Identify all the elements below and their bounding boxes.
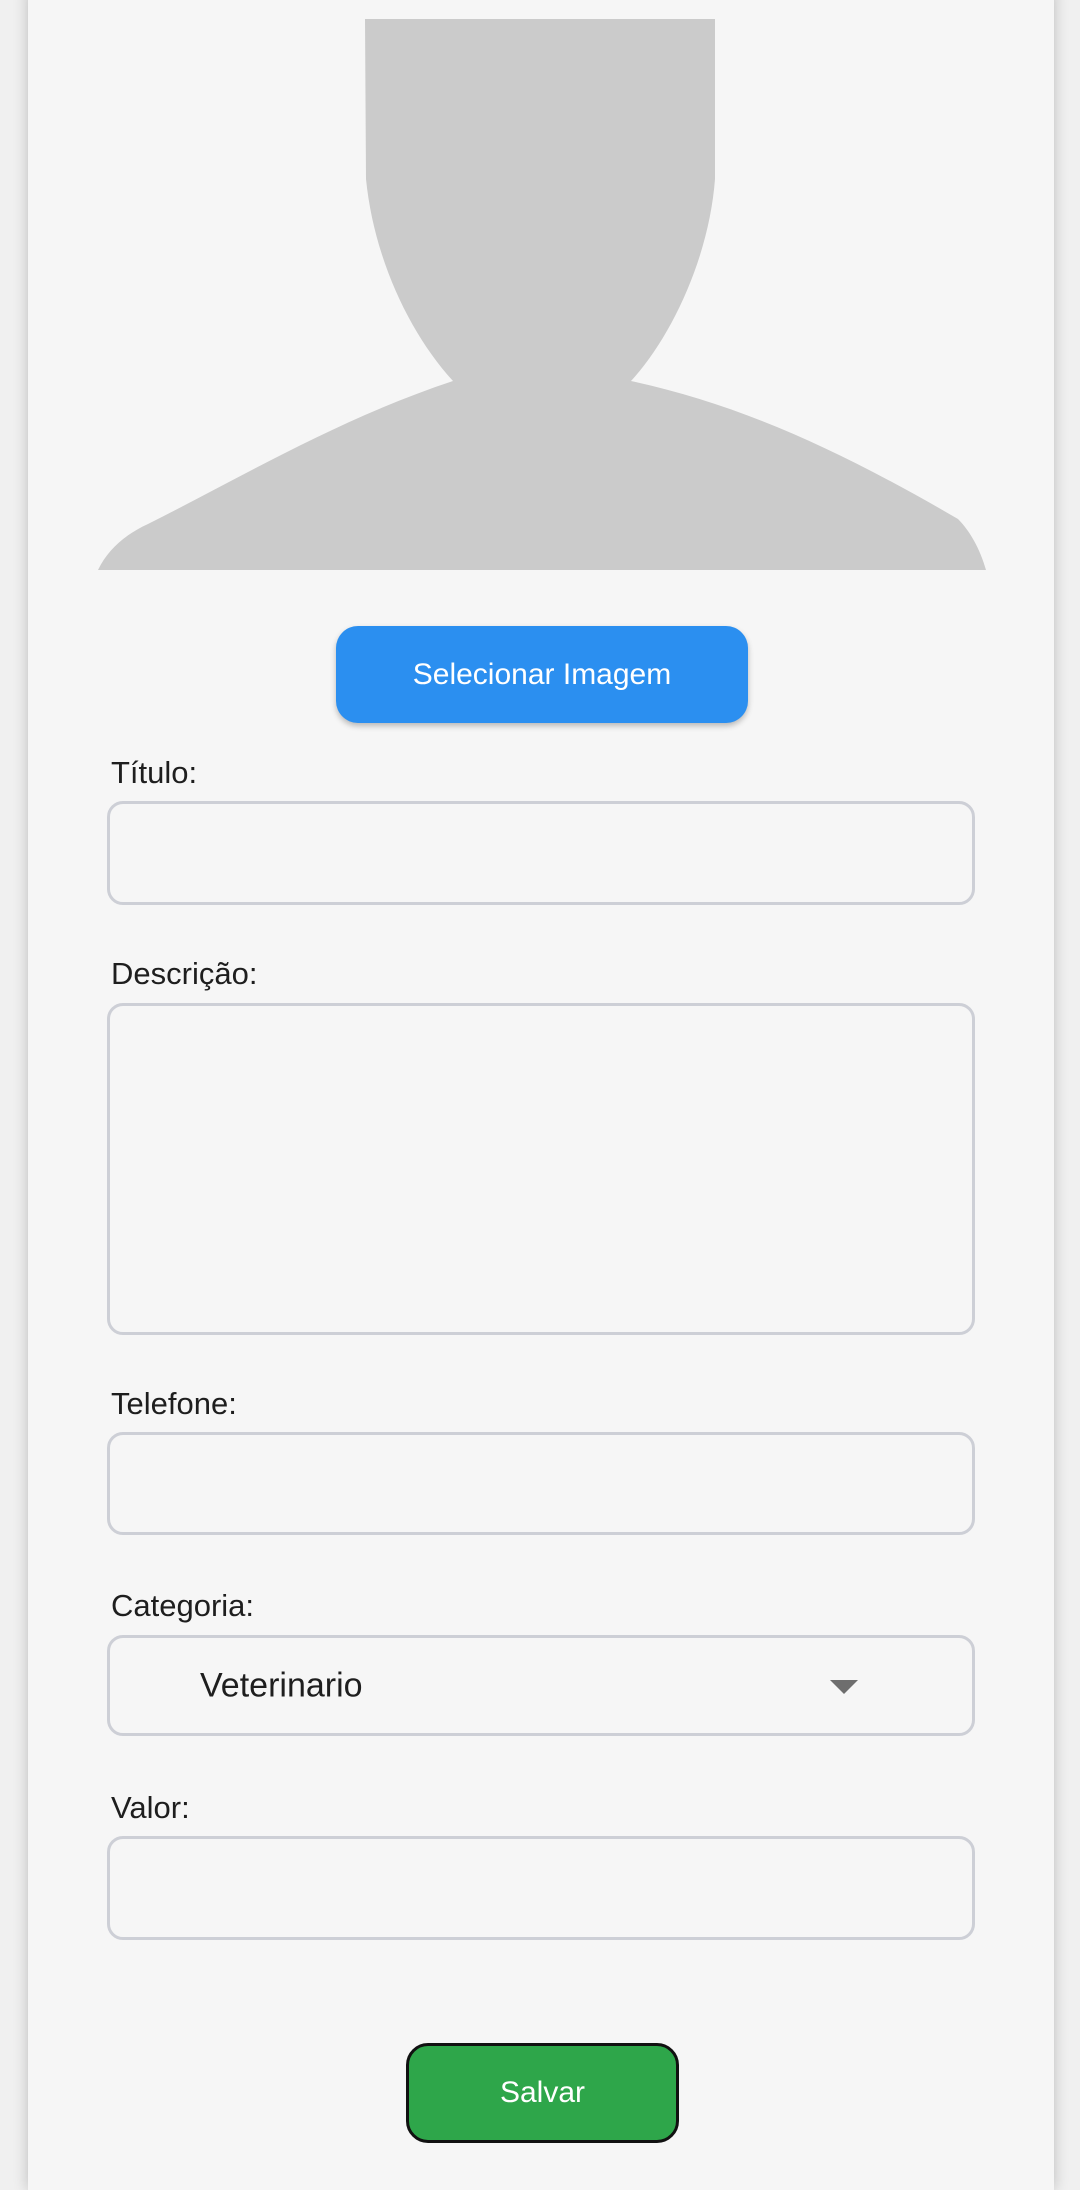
- price-field[interactable]: [107, 1836, 975, 1940]
- price-label: Valor:: [111, 1790, 190, 1825]
- description-label: Descrição:: [111, 956, 258, 991]
- phone-field[interactable]: [107, 1432, 975, 1535]
- select-image-button[interactable]: Selecionar Imagem: [336, 626, 748, 723]
- dropdown-arrow-icon: [830, 1680, 858, 1694]
- title-field[interactable]: [107, 801, 975, 905]
- phone-label: Telefone:: [111, 1386, 237, 1421]
- category-select[interactable]: Veterinario: [107, 1635, 975, 1736]
- title-label: Título:: [111, 755, 198, 790]
- category-label: Categoria:: [111, 1588, 255, 1623]
- description-field[interactable]: [107, 1003, 975, 1335]
- save-button[interactable]: Salvar: [406, 2043, 679, 2143]
- person-silhouette-icon: [98, 19, 986, 570]
- category-selected-value: Veterinario: [200, 1666, 363, 1704]
